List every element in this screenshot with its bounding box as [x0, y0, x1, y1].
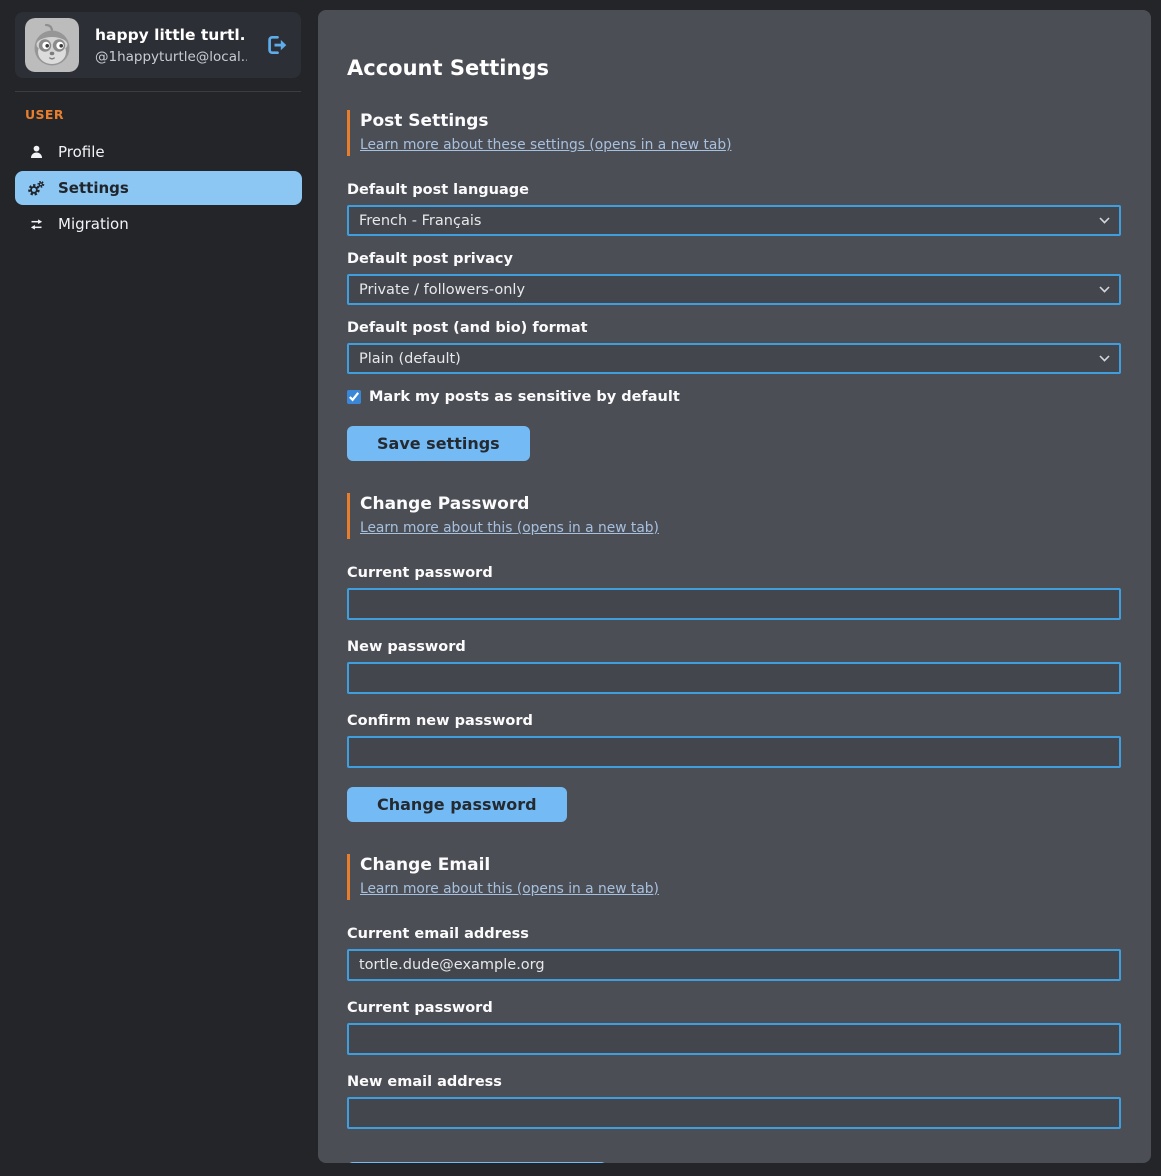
change-password-header: Change Password Learn more about this (o…	[347, 493, 1121, 539]
sidebar: happy little turtl... @1happyturtle@loca…	[0, 0, 318, 1176]
sidebar-divider	[15, 91, 301, 92]
save-settings-button[interactable]: Save settings	[347, 426, 530, 461]
field-label: Current email address	[347, 926, 1121, 942]
account-settings-panel: Account Settings Post Settings Learn mor…	[318, 10, 1151, 1163]
change-password-learn-more-link[interactable]: Learn more about this (opens in a new ta…	[360, 520, 659, 536]
user-display-name: happy little turtl...	[95, 26, 247, 44]
gears-icon	[27, 179, 45, 197]
post-settings-header: Post Settings Learn more about these set…	[347, 110, 1121, 156]
select-wrap: Private / followers-only	[347, 274, 1121, 305]
new-password-group: New password	[347, 639, 1121, 694]
email-current-password-group: Current password	[347, 1000, 1121, 1055]
email-current-password-input[interactable]	[347, 1023, 1121, 1055]
user-identity: happy little turtl... @1happyturtle@loca…	[95, 26, 247, 65]
confirm-new-password-input[interactable]	[347, 736, 1121, 768]
transfer-arrows-icon	[27, 215, 45, 233]
app-root: happy little turtl... @1happyturtle@loca…	[0, 0, 1161, 1176]
sidebar-item-label: Migration	[58, 215, 129, 233]
logout-icon	[265, 33, 289, 57]
current-email-group: Current email address	[347, 926, 1121, 981]
sloth-avatar-icon	[25, 18, 79, 72]
section-heading: Change Email	[360, 855, 1121, 875]
confirm-new-password-group: Confirm new password	[347, 713, 1121, 768]
user-icon	[27, 143, 45, 161]
user-handle: @1happyturtle@local...	[95, 49, 247, 65]
user-card: happy little turtl... @1happyturtle@loca…	[15, 12, 301, 78]
change-email-section: Change Email Learn more about this (open…	[347, 854, 1121, 1163]
new-password-input[interactable]	[347, 662, 1121, 694]
avatar	[25, 18, 79, 72]
sidebar-item-profile[interactable]: Profile	[15, 135, 302, 169]
select-wrap: French - Français	[347, 205, 1121, 236]
field-label: Default post privacy	[347, 251, 1121, 267]
default-post-language-select[interactable]: French - Français	[347, 205, 1121, 236]
field-label: Current password	[347, 1000, 1121, 1016]
change-email-header: Change Email Learn more about this (open…	[347, 854, 1121, 900]
change-password-button[interactable]: Change password	[347, 787, 567, 822]
field-label: Default post (and bio) format	[347, 320, 1121, 336]
default-post-privacy-group: Default post privacy Private / followers…	[347, 251, 1121, 305]
change-password-section: Change Password Learn more about this (o…	[347, 493, 1121, 822]
section-heading: Post Settings	[360, 111, 1121, 131]
sensitive-by-default-checkbox[interactable]	[347, 390, 361, 404]
select-wrap: Plain (default)	[347, 343, 1121, 374]
field-label: Current password	[347, 565, 1121, 581]
sidebar-item-label: Settings	[58, 179, 129, 197]
post-settings-learn-more-link[interactable]: Learn more about these settings (opens i…	[360, 137, 731, 153]
checkbox-label: Mark my posts as sensitive by default	[369, 389, 680, 405]
new-email-input[interactable]	[347, 1097, 1121, 1129]
sensitive-by-default-row: Mark my posts as sensitive by default	[347, 389, 1121, 405]
new-email-group: New email address	[347, 1074, 1121, 1129]
post-settings-section: Post Settings Learn more about these set…	[347, 110, 1121, 461]
section-heading: Change Password	[360, 494, 1121, 514]
current-password-input[interactable]	[347, 588, 1121, 620]
sidebar-item-settings[interactable]: Settings	[15, 171, 302, 205]
sidebar-item-label: Profile	[58, 143, 105, 161]
sidebar-nav: Profile Settings	[0, 135, 318, 241]
default-post-language-group: Default post language French - Français	[347, 182, 1121, 236]
sidebar-item-migration[interactable]: Migration	[15, 207, 302, 241]
field-label: New email address	[347, 1074, 1121, 1090]
page-title: Account Settings	[347, 56, 1121, 80]
default-post-format-group: Default post (and bio) format Plain (def…	[347, 320, 1121, 374]
change-email-learn-more-link[interactable]: Learn more about this (opens in a new ta…	[360, 881, 659, 897]
default-post-privacy-select[interactable]: Private / followers-only	[347, 274, 1121, 305]
current-password-group: Current password	[347, 565, 1121, 620]
field-label: New password	[347, 639, 1121, 655]
logout-button[interactable]	[263, 31, 291, 59]
change-email-button[interactable]: Change email address	[347, 1162, 607, 1163]
field-label: Confirm new password	[347, 713, 1121, 729]
default-post-format-select[interactable]: Plain (default)	[347, 343, 1121, 374]
nav-section-label: USER	[25, 107, 318, 122]
current-email-input[interactable]	[347, 949, 1121, 981]
field-label: Default post language	[347, 182, 1121, 198]
